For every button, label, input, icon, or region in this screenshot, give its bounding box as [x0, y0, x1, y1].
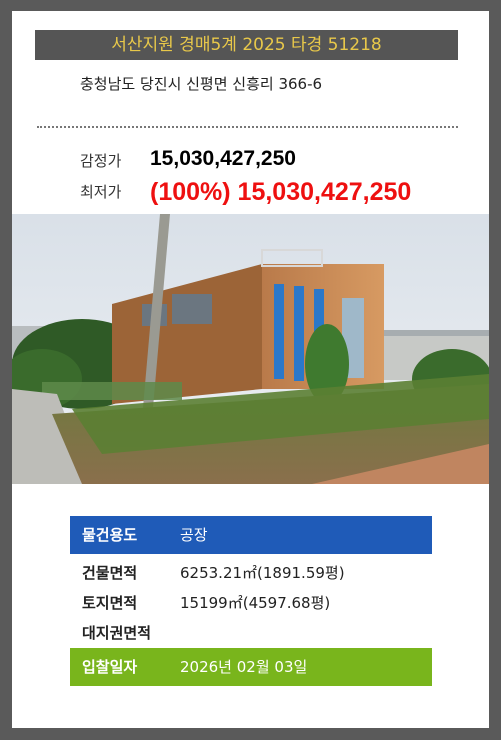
property-photo	[12, 214, 489, 484]
property-info-table: 물건용도 공장 건물면적 6253.21㎡(1891.59평) 토지면적 151…	[70, 516, 432, 686]
property-address: 충청남도 당진시 신평면 신흥리 366-6	[80, 75, 323, 93]
usage-label: 물건용도	[82, 526, 138, 544]
bid-date-value: 2026년 02월 03일	[180, 658, 308, 676]
land-right-area-row: 대지권면적	[70, 618, 432, 648]
bid-date-row: 입찰일자 2026년 02월 03일	[70, 648, 432, 686]
land-area-value: 15199㎡(4597.68평)	[180, 594, 331, 612]
bid-date-label: 입찰일자	[82, 658, 138, 676]
auction-card: 서산지원 경매5계 2025 타경 51218 충청남도 당진시 신평면 신흥리…	[12, 11, 489, 728]
usage-row: 물건용도 공장	[70, 516, 432, 554]
land-right-area-label: 대지권면적	[82, 624, 152, 642]
minimum-price-value: (100%) 15,030,427,250	[150, 178, 412, 206]
usage-value: 공장	[180, 526, 208, 544]
land-area-label: 토지면적	[82, 594, 138, 612]
appraisal-price-label: 감정가	[80, 152, 122, 170]
building-area-row: 건물면적 6253.21㎡(1891.59평)	[70, 558, 432, 588]
minimum-price-label: 최저가	[80, 183, 122, 201]
appraisal-price-value: 15,030,427,250	[150, 147, 296, 170]
dotted-divider	[37, 126, 458, 128]
building-area-label: 건물면적	[82, 564, 138, 582]
land-area-row: 토지면적 15199㎡(4597.68평)	[70, 588, 432, 618]
building-area-value: 6253.21㎡(1891.59평)	[180, 564, 345, 582]
auction-case-title: 서산지원 경매5계 2025 타경 51218	[35, 30, 458, 60]
